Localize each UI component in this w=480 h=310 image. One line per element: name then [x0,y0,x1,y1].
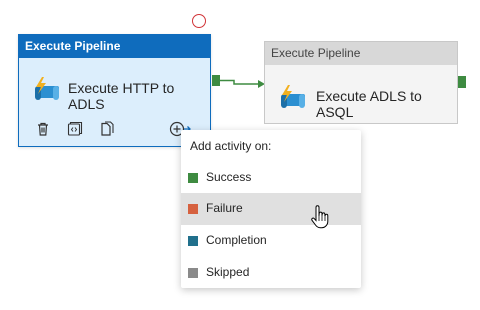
execute-pipeline-icon [33,76,61,111]
menu-item-skipped[interactable]: Skipped [181,257,361,289]
hand-pointer-cursor-icon [310,205,330,236]
success-connector [220,79,265,88]
completion-swatch [188,236,198,246]
success-output-port[interactable] [212,75,220,86]
menu-title: Add activity on: [190,139,272,153]
menu-item-label: Success [206,170,252,184]
add-activity-menu: Add activity on: Success Failure Complet… [181,130,361,288]
menu-item-failure[interactable]: Failure [181,193,361,225]
activity-execute-adls-to-asql[interactable]: Execute Pipeline Execute ADLS to ASQL [264,41,458,124]
failure-swatch [188,204,198,214]
menu-item-completion[interactable]: Completion [181,225,361,257]
success-output-port[interactable] [458,76,466,88]
red-circle-marker [192,14,206,28]
activity-name: Execute ADLS to ASQL [316,88,422,120]
menu-item-label: Skipped [206,265,250,279]
activity-header: Execute Pipeline [19,35,210,58]
menu-item-success[interactable]: Success [181,162,361,194]
copy-icon[interactable] [99,121,115,142]
activity-header: Execute Pipeline [265,42,457,65]
menu-item-label: Failure [206,201,243,215]
trash-icon[interactable] [35,121,51,142]
execute-pipeline-icon [279,84,307,119]
menu-item-label: Completion [206,233,267,247]
skipped-swatch [188,268,198,278]
code-icon[interactable] [67,121,83,142]
activity-name: Execute HTTP to ADLS [68,80,175,112]
success-swatch [188,173,198,183]
